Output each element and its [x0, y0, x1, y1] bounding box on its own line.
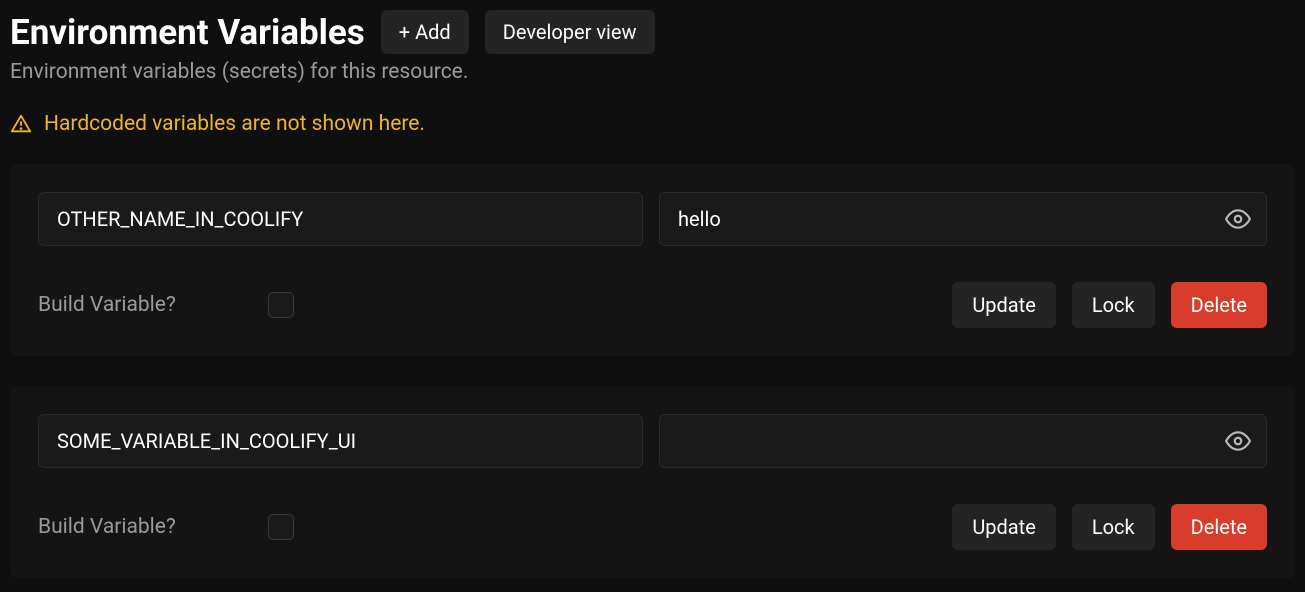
lock-button[interactable]: Lock	[1072, 282, 1155, 328]
delete-button[interactable]: Delete	[1171, 504, 1267, 550]
warning-banner: Hardcoded variables are not shown here.	[10, 112, 1295, 136]
page-title: Environment Variables	[10, 12, 365, 53]
update-button[interactable]: Update	[952, 282, 1056, 328]
subtitle: Environment variables (secrets) for this…	[10, 60, 1295, 84]
env-name-input[interactable]	[38, 192, 643, 246]
env-value-input[interactable]	[659, 192, 1267, 246]
add-button[interactable]: + Add	[381, 10, 469, 54]
lock-button[interactable]: Lock	[1072, 504, 1155, 550]
env-value-input[interactable]	[659, 414, 1267, 468]
delete-button[interactable]: Delete	[1171, 282, 1267, 328]
build-variable-label: Build Variable?	[38, 293, 176, 317]
env-variable-card: Build Variable? Update Lock Delete	[10, 164, 1295, 356]
env-variable-card: Build Variable? Update Lock Delete	[10, 386, 1295, 578]
update-button[interactable]: Update	[952, 504, 1056, 550]
build-variable-label: Build Variable?	[38, 515, 176, 539]
warning-icon	[10, 113, 32, 135]
build-variable-checkbox[interactable]	[268, 514, 294, 540]
developer-view-button[interactable]: Developer view	[485, 10, 655, 54]
eye-icon[interactable]	[1225, 206, 1251, 232]
env-name-input[interactable]	[38, 414, 643, 468]
eye-icon[interactable]	[1225, 428, 1251, 454]
warning-text: Hardcoded variables are not shown here.	[44, 112, 425, 136]
build-variable-checkbox[interactable]	[268, 292, 294, 318]
